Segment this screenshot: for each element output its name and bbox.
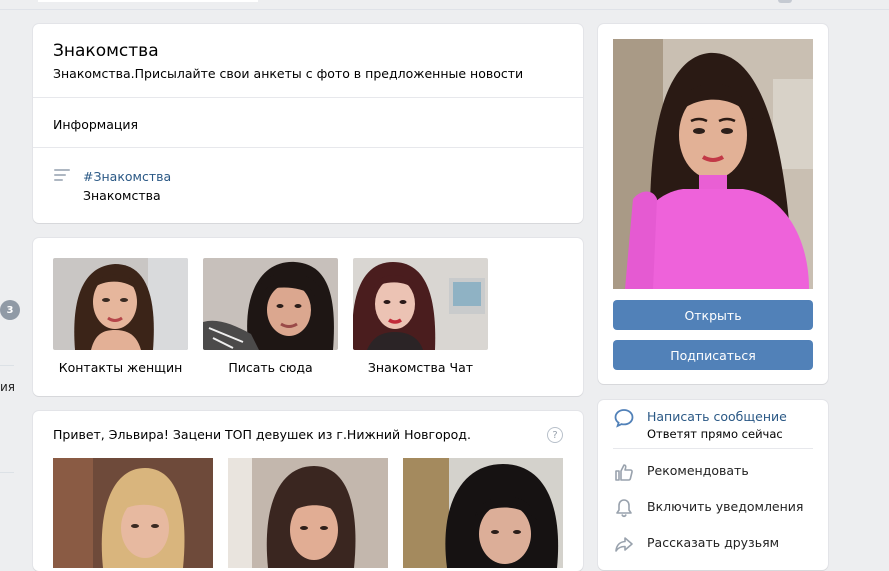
counter-badge: 3: [0, 300, 20, 320]
write-message-label[interactable]: Написать сообщение: [647, 409, 787, 424]
albums-card: Контакты женщин Писать сюда Знакомства Ч…: [33, 238, 583, 396]
sidebar-divider: [0, 365, 14, 366]
sidebar-divider: [0, 472, 14, 473]
notifications-label[interactable]: Включить уведомления: [647, 499, 803, 514]
album-item[interactable]: Писать сюда: [203, 258, 338, 375]
album-photo[interactable]: [353, 258, 488, 350]
description-icon: [54, 169, 70, 183]
album-photo[interactable]: [203, 258, 338, 350]
post-text: Привет, Эльвира! Зацени ТОП девушек из г…: [53, 427, 471, 442]
album-label[interactable]: Знакомства Чат: [353, 360, 488, 375]
group-description: Знакомства: [83, 188, 161, 203]
bell-icon: [616, 499, 632, 518]
album-item[interactable]: Знакомства Чат: [353, 258, 488, 375]
sidebar-cut-text[interactable]: ия: [0, 380, 15, 394]
post-card: Привет, Эльвира! Зацени ТОП девушек из г…: [33, 411, 583, 571]
album-label[interactable]: Писать сюда: [203, 360, 338, 375]
album-label[interactable]: Контакты женщин: [53, 360, 188, 375]
divider: [33, 147, 583, 148]
subscribe-button[interactable]: Подписаться: [613, 340, 813, 370]
album-item[interactable]: Контакты женщин: [53, 258, 188, 375]
album-photo[interactable]: [53, 258, 188, 350]
divider: [33, 97, 583, 98]
share-label[interactable]: Рассказать друзьям: [647, 535, 779, 550]
group-avatar[interactable]: [613, 39, 813, 289]
post-photo[interactable]: [53, 458, 213, 568]
help-icon[interactable]: ?: [547, 427, 563, 443]
group-status: Знакомства.Присылайте свои анкеты с фото…: [53, 66, 524, 81]
share-arrow-icon: [615, 537, 633, 552]
recommend-label[interactable]: Рекомендовать: [647, 463, 749, 478]
actions-card: Написать сообщение Ответят прямо сейчас …: [598, 400, 828, 570]
group-info-card: Знакомства Знакомства.Присылайте свои ан…: [33, 24, 583, 223]
hashtag-link[interactable]: #Знакомства: [83, 169, 171, 184]
open-button[interactable]: Открыть: [613, 300, 813, 330]
message-bubble-icon: [614, 409, 634, 428]
avatar-card: Открыть Подписаться: [598, 24, 828, 384]
divider: [613, 448, 813, 449]
post-photo[interactable]: [403, 458, 563, 568]
write-message-subtitle: Ответят прямо сейчас: [647, 427, 783, 441]
thumbs-up-icon: [615, 464, 633, 481]
top-bar: [0, 0, 889, 10]
search-bar-fragment: [38, 0, 258, 2]
tab-information[interactable]: Информация: [53, 117, 138, 132]
post-photo[interactable]: [228, 458, 388, 568]
group-title: Знакомства: [53, 41, 159, 61]
avatar-fragment: [778, 0, 792, 3]
